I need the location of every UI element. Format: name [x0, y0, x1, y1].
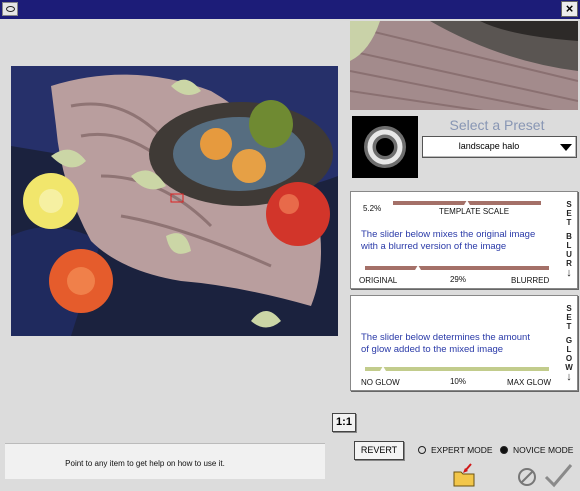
novice-mode-radio[interactable]: NOVICE MODE: [500, 445, 573, 455]
glow-min-label: NO GLOW: [361, 378, 400, 387]
help-text-area: Point to any item to get help on how to …: [5, 443, 325, 479]
blur-slider-thumb[interactable]: [415, 265, 422, 270]
blur-min-label: ORIGINAL: [359, 276, 398, 285]
glow-slider-thumb[interactable]: [380, 366, 387, 371]
arrow-down-icon: ↓: [566, 371, 572, 383]
blur-value: 29%: [449, 275, 466, 284]
halo-preview: [352, 116, 418, 178]
glow-max-label: MAX GLOW: [507, 378, 552, 387]
novice-mode-radio-dot[interactable]: [500, 446, 508, 454]
expert-mode-label: EXPERT MODE: [431, 445, 493, 455]
title-bar: ×: [0, 0, 580, 19]
expert-mode-radio[interactable]: EXPERT MODE: [418, 445, 493, 455]
eye-icon[interactable]: [2, 2, 18, 16]
preset-title: Select a Preset: [449, 117, 545, 133]
glow-description-line-1: The slider below determines the amount: [361, 332, 530, 343]
folder-icon[interactable]: [453, 463, 475, 487]
preset-dropdown[interactable]: landscape halo: [422, 136, 577, 158]
revert-button[interactable]: REVERT: [354, 441, 404, 460]
template-scale-label: TEMPLATE SCALE: [438, 207, 510, 216]
novice-mode-label: NOVICE MODE: [513, 445, 574, 455]
checkmark-icon[interactable]: [543, 463, 573, 489]
glow-description-line-2: of glow added to the mixed image: [361, 344, 504, 355]
close-icon[interactable]: ×: [561, 1, 578, 17]
glow-slider[interactable]: [365, 366, 549, 371]
blur-description-line-2: with a blurred version of the image: [361, 241, 507, 252]
set-glow-button[interactable]: SETGLOW ↓: [564, 304, 574, 383]
blur-slider[interactable]: [365, 265, 549, 270]
expert-mode-radio-dot[interactable]: [418, 446, 426, 454]
cancel-icon[interactable]: [517, 467, 537, 487]
blur-panel: 5.2% TEMPLATE SCALE The slider below mix…: [350, 191, 578, 289]
main-image-preview[interactable]: [11, 66, 338, 336]
chevron-down-icon[interactable]: [560, 144, 572, 151]
help-text: Point to any item to get help on how to …: [65, 459, 225, 468]
preview-thumbnail: [350, 21, 578, 110]
glow-value: 10%: [449, 377, 466, 386]
blur-max-label: BLURRED: [511, 276, 550, 285]
zoom-1-1-button[interactable]: 1:1: [332, 413, 356, 432]
template-scale-value: 5.2%: [363, 204, 382, 213]
preset-selected-value: landscape halo: [458, 141, 520, 151]
blur-description-line-1: The slider below mixes the original imag…: [361, 229, 536, 240]
template-scale-slider[interactable]: [393, 200, 541, 205]
template-scale-thumb[interactable]: [464, 200, 470, 205]
set-blur-button[interactable]: SETBLUR ↓: [564, 200, 574, 279]
glow-panel: The slider below determines the amount o…: [350, 295, 578, 391]
arrow-down-icon: ↓: [566, 267, 572, 279]
